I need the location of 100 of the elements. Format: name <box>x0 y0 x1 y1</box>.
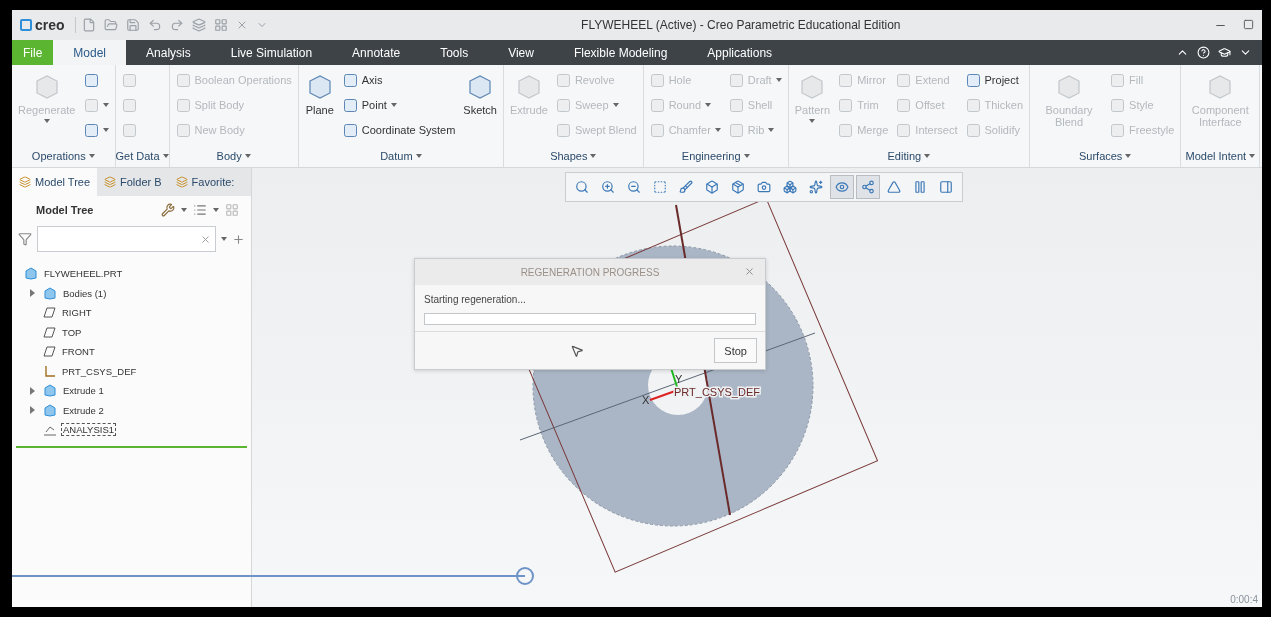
wrench-icon[interactable] <box>161 203 175 217</box>
tree-item[interactable]: PRT_CSYS_DEF <box>16 361 247 381</box>
square-icon <box>653 180 667 194</box>
ribbon-tab[interactable]: Tools <box>420 40 489 65</box>
toolbar-button[interactable] <box>830 175 854 199</box>
ribbon-tab[interactable]: Applications <box>687 40 793 65</box>
filter-icon[interactable] <box>18 232 32 246</box>
layers-icon[interactable] <box>191 18 206 32</box>
camera-icon <box>757 180 771 194</box>
square-icon <box>555 122 571 138</box>
caret-icon <box>768 128 775 132</box>
panel-tab[interactable]: Folder B <box>97 168 169 196</box>
eye-icon <box>835 180 849 194</box>
square-icon <box>649 97 665 113</box>
group-label[interactable]: Operations <box>12 145 115 167</box>
square-icon <box>838 97 854 113</box>
tree-item[interactable]: Extrude 2 <box>16 400 247 420</box>
caret-icon <box>775 78 782 82</box>
square-icon <box>175 72 191 88</box>
square-icon <box>1110 122 1126 138</box>
group-label[interactable]: Datum <box>298 145 503 167</box>
boxes-icon <box>783 180 797 194</box>
tree-item[interactable]: RIGHT <box>16 303 247 323</box>
cube-icon <box>705 180 719 194</box>
caret-icon[interactable] <box>221 237 227 241</box>
folder-icon[interactable] <box>103 18 118 32</box>
ribbon-tab[interactable]: View <box>488 40 554 65</box>
app-logo: creo <box>35 17 65 33</box>
group-label[interactable]: Engineering <box>643 145 788 167</box>
grid-icon[interactable] <box>213 18 228 32</box>
ribbon-button[interactable]: Coordinate System <box>342 119 456 141</box>
square-icon <box>728 122 744 138</box>
cap-icon[interactable] <box>1218 46 1231 59</box>
square-icon <box>83 72 99 88</box>
parallelogram-icon <box>43 326 56 338</box>
cursor-icon <box>570 343 585 358</box>
group-label[interactable]: Body <box>169 145 298 167</box>
ribbon-tab[interactable]: Live Simulation <box>210 40 333 65</box>
ribbon-button[interactable]: Project <box>965 69 1024 91</box>
tree-item[interactable]: FRONT <box>16 342 247 362</box>
new-file-icon[interactable] <box>81 18 96 32</box>
close-icon[interactable] <box>744 266 755 277</box>
tree-item[interactable]: FLYWEHEEL.PRT <box>16 264 247 284</box>
redo-icon[interactable] <box>169 18 184 32</box>
caret-icon <box>612 103 619 107</box>
toolbar-button[interactable] <box>856 175 880 199</box>
ribbon-tab[interactable]: Analysis <box>126 40 211 65</box>
square-icon <box>1110 97 1126 113</box>
group-label[interactable]: Shapes <box>503 145 643 167</box>
search-field[interactable] <box>37 226 216 252</box>
tree-item[interactable]: TOP <box>16 322 247 342</box>
ribbon-tab[interactable]: Model <box>53 40 127 65</box>
ribbon-button[interactable]: Axis <box>342 69 456 91</box>
caret-icon <box>162 154 169 158</box>
group-label[interactable]: Model Intent <box>1181 145 1260 167</box>
add-icon[interactable] <box>232 232 245 246</box>
maximize-icon[interactable] <box>1243 18 1254 30</box>
group-label[interactable]: Editing <box>788 145 1030 167</box>
ribbon-button[interactable]: Plane <box>304 69 335 116</box>
group-label[interactable]: Surfaces <box>1030 145 1181 167</box>
caret-icon <box>415 154 422 158</box>
square-icon <box>555 72 571 88</box>
panel-tab[interactable]: Model Tree <box>12 168 98 196</box>
seek-handle[interactable] <box>515 567 534 585</box>
box-icon <box>731 180 745 194</box>
list-icon[interactable] <box>193 203 207 217</box>
cube-icon <box>43 403 57 417</box>
caret-icon[interactable] <box>213 208 219 212</box>
square-icon <box>121 72 137 88</box>
undo-icon[interactable] <box>147 18 162 32</box>
ribbon-button[interactable]: Point <box>342 94 456 116</box>
square-icon <box>342 72 358 88</box>
video-time: 0:00:4 <box>1230 594 1258 605</box>
square-icon <box>175 122 191 138</box>
tree-item[interactable]: ANALYSIS1 <box>16 420 247 440</box>
clear-icon[interactable] <box>200 233 211 245</box>
zoom-icon <box>575 180 589 194</box>
nodes-icon <box>861 180 875 194</box>
ribbon-tab[interactable]: Flexible Modeling <box>553 40 688 65</box>
save-icon[interactable] <box>125 18 140 32</box>
status-message: Starting regeneration... <box>423 293 527 305</box>
layers-icon <box>175 176 188 188</box>
stop-button[interactable]: Stop <box>714 338 757 363</box>
caret-icon <box>1249 154 1256 158</box>
square-icon <box>965 72 981 88</box>
tree-item[interactable]: Bodies (1) <box>16 283 247 303</box>
help-icon[interactable] <box>1197 46 1210 59</box>
caret-icon <box>924 154 931 158</box>
ribbon-tab[interactable]: Annotate <box>332 40 421 65</box>
tree-item[interactable]: Extrude 1 <box>16 381 247 401</box>
panel-tab[interactable]: Favorite: <box>168 168 242 196</box>
grid-icon[interactable] <box>225 203 239 217</box>
caret-icon <box>102 103 109 107</box>
square-icon <box>175 97 191 113</box>
pause-icon <box>913 180 927 194</box>
group-label[interactable]: Get Data <box>115 145 169 167</box>
square-icon <box>342 97 358 113</box>
ribbon-button[interactable]: Sketch <box>463 69 497 116</box>
zoom-out-icon <box>627 180 641 194</box>
caret-icon[interactable] <box>181 208 187 212</box>
